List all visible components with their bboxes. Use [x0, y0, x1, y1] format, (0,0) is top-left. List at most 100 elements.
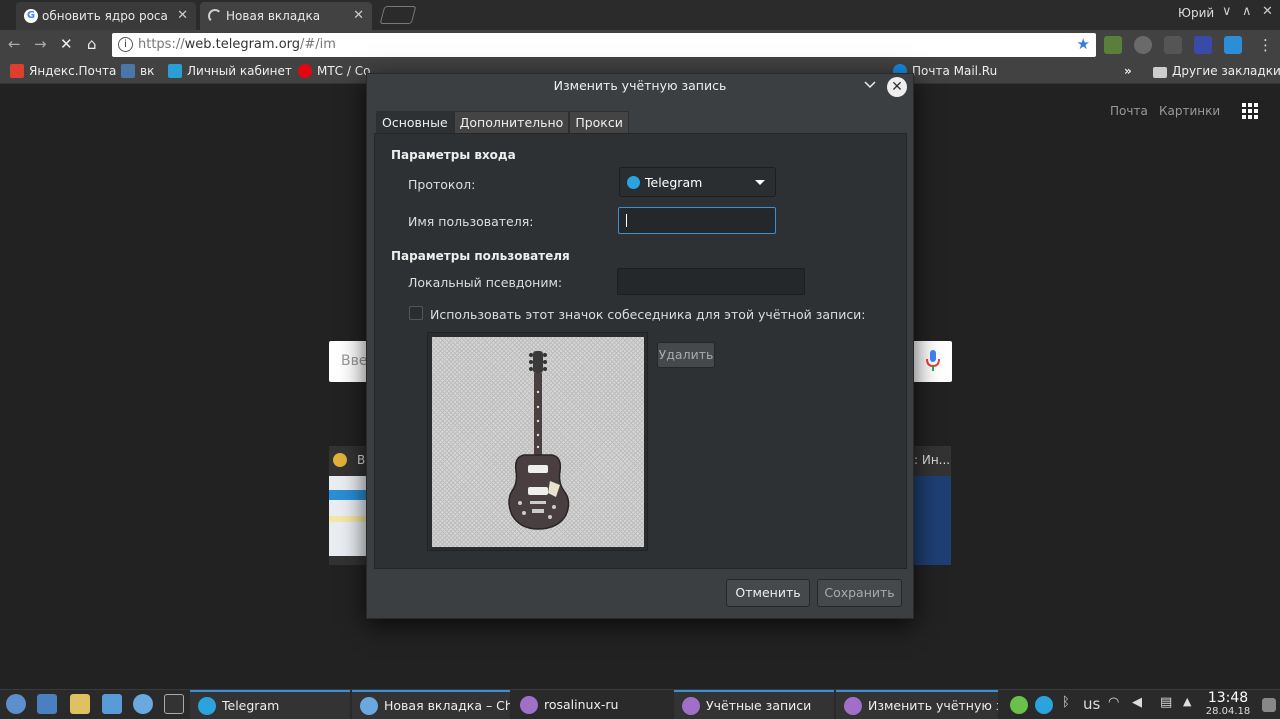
username-field[interactable]	[618, 207, 776, 234]
site-info-icon[interactable]: i	[118, 37, 133, 52]
text-editor-icon[interactable]	[102, 694, 122, 714]
bookmark-star-icon[interactable]: ★	[1077, 35, 1090, 53]
file-manager-icon[interactable]	[70, 694, 90, 714]
chat-tray-icon[interactable]	[1010, 696, 1028, 714]
forward-icon[interactable]: →	[34, 35, 47, 53]
task-label: Учётные записи	[706, 698, 812, 713]
remove-icon-button[interactable]: Удалить	[657, 342, 715, 368]
close-tab-icon[interactable]: ✕	[177, 8, 188, 23]
address-bar[interactable]: i https://web.telegram.org/#/im ★	[112, 33, 1096, 57]
telegram-icon	[198, 696, 216, 715]
home-icon[interactable]: ⌂	[87, 35, 97, 53]
close-tab-icon[interactable]: ✕	[353, 8, 364, 23]
close-window-icon[interactable]: ✕	[1262, 4, 1273, 19]
profile-name[interactable]: Юрий	[1178, 6, 1214, 20]
browser-icon[interactable]	[133, 694, 153, 714]
pidgin-icon	[682, 696, 700, 715]
menu-dots-icon[interactable]: ⋮	[1258, 36, 1273, 54]
tab-advanced[interactable]: Дополнительно	[453, 111, 570, 133]
show-desktop-icon[interactable]	[1262, 698, 1276, 712]
pidgin-icon	[520, 695, 538, 714]
close-icon[interactable]: ✕	[887, 77, 907, 97]
browser-tab-bar: G обновить ядро роса ✕ Новая вкладка ✕ Ю…	[0, 0, 1280, 30]
bookmark-label: вк	[140, 64, 155, 78]
tray-expand-icon[interactable]: ▲	[1183, 695, 1191, 708]
mail-link[interactable]: Почта	[1110, 104, 1148, 118]
save-button[interactable]: Сохранить	[817, 579, 902, 607]
wifi-icon[interactable]: ◠	[1108, 695, 1119, 710]
bookmark-item[interactable]: Яндекс.Почта	[10, 64, 116, 78]
buddy-icon-image	[432, 337, 644, 547]
task-label: Изменить учётную з...	[868, 698, 998, 713]
dialog-title: Изменить учётную запись	[553, 78, 727, 93]
taskbar-item-accounts[interactable]: Учётные записи	[674, 690, 834, 719]
google-icon: G	[24, 9, 38, 23]
terminal-icon[interactable]	[164, 694, 184, 714]
browser-tab-2[interactable]: Новая вкладка ✕	[200, 2, 372, 30]
pidgin-icon	[844, 696, 862, 715]
taskbar-item-browser[interactable]: Новая вкладка – Chr...	[352, 690, 510, 719]
protocol-select[interactable]: Telegram	[619, 167, 776, 197]
browser-tab-label: Новая вкладка	[226, 9, 321, 23]
app-launcher-icon[interactable]	[6, 694, 26, 714]
apps-grid-icon[interactable]	[1242, 103, 1258, 119]
more-bookmarks-button[interactable]: »	[1124, 64, 1132, 78]
clipboard-icon[interactable]: ▤	[1160, 695, 1172, 710]
telegram-tray-icon[interactable]	[1035, 696, 1053, 714]
alias-label: Локальный псевдоним:	[408, 275, 563, 290]
tab-proxy[interactable]: Прокси	[569, 111, 629, 133]
chevron-down-icon[interactable]	[864, 79, 876, 91]
desktop-icon[interactable]	[37, 694, 57, 714]
buddy-icon-preview[interactable]	[427, 332, 648, 551]
tab-basic[interactable]: Основные	[376, 111, 454, 133]
buddy-icon-checkbox[interactable]	[409, 306, 423, 320]
tile-title: B	[357, 453, 366, 467]
site-favicon-icon	[333, 453, 347, 467]
minimize-icon[interactable]: ∨	[1222, 4, 1232, 19]
stop-icon[interactable]: ✕	[60, 35, 73, 53]
other-bookmarks[interactable]: Другие закладки	[1153, 64, 1280, 78]
dropdown-arrow-icon	[755, 180, 765, 185]
taskbar-item-rosalinux[interactable]: rosalinux-ru	[512, 690, 672, 719]
new-tab-button[interactable]	[379, 6, 417, 24]
edit-account-dialog: Изменить учётную запись ✕ Основные Допол…	[366, 73, 914, 619]
protocol-value: Telegram	[645, 175, 703, 190]
tile-thumbnail	[329, 476, 366, 556]
taskbar-item-telegram[interactable]: Telegram	[190, 690, 350, 719]
bookmark-label: Личный кабинет	[187, 64, 292, 78]
images-link[interactable]: Картинки	[1159, 104, 1220, 118]
bookmark-label: Почта Mail.Ru	[912, 64, 998, 78]
extension-icon[interactable]	[1224, 36, 1242, 54]
vk-icon	[121, 64, 135, 78]
user-section-heading: Параметры пользователя	[391, 249, 570, 263]
most-visited-tile[interactable]: : Ин...	[912, 446, 951, 565]
microphone-icon[interactable]	[926, 350, 940, 372]
tile-thumbnail	[912, 476, 951, 565]
bluetooth-icon[interactable]: ᛒ	[1062, 695, 1070, 710]
back-icon[interactable]: ←	[8, 35, 21, 53]
volume-icon[interactable]: ◀	[1132, 695, 1142, 710]
username-label: Имя пользователя:	[408, 214, 534, 229]
bookmark-item[interactable]: вк	[121, 64, 154, 78]
extension-icon[interactable]	[1104, 36, 1122, 54]
folder-icon	[1153, 66, 1167, 78]
maximize-icon[interactable]: ∧	[1242, 4, 1252, 19]
keyboard-layout[interactable]: us	[1083, 695, 1100, 713]
task-label: Telegram	[222, 698, 280, 713]
extension-icon[interactable]	[1194, 36, 1212, 54]
tile-title: : Ин...	[914, 453, 951, 467]
taskbar-item-edit-account[interactable]: Изменить учётную з...	[836, 690, 998, 719]
cancel-button[interactable]: Отменить	[726, 579, 810, 607]
address-url[interactable]: https://web.telegram.org/#/im	[138, 37, 336, 52]
login-section-heading: Параметры входа	[391, 148, 516, 162]
cabinet-icon	[168, 64, 182, 78]
adblock-extension-icon[interactable]	[1134, 36, 1152, 54]
clock[interactable]: 13:48 28.04.18	[1200, 690, 1256, 718]
alias-field[interactable]	[617, 268, 805, 295]
most-visited-tile[interactable]: B	[329, 446, 366, 565]
extension-icon[interactable]	[1164, 36, 1182, 54]
browser-tab-label: обновить ядро роса	[42, 9, 168, 23]
url-scheme: https://	[138, 37, 185, 52]
bookmark-item[interactable]: Личный кабинет	[168, 64, 292, 78]
browser-tab-1[interactable]: G обновить ядро роса ✕	[16, 2, 196, 30]
